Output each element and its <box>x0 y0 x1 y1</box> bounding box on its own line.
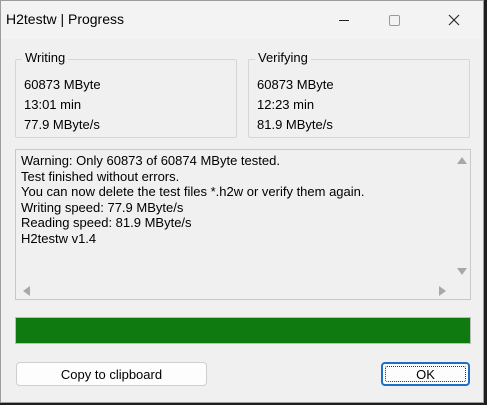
copy-to-clipboard-button[interactable]: Copy to clipboard <box>16 362 207 386</box>
writing-group-label: Writing <box>22 50 69 65</box>
minimize-icon <box>339 19 349 21</box>
progress-dialog: H2testw | Progress Writing 60873 MByte 1… <box>0 0 484 403</box>
minimize-button[interactable] <box>321 1 367 39</box>
scroll-right-arrow-icon[interactable] <box>439 286 446 296</box>
scroll-up-arrow-icon[interactable] <box>457 157 467 164</box>
close-button[interactable] <box>431 1 477 39</box>
verifying-group: Verifying 60873 MByte 12:23 min 81.9 MBy… <box>248 50 470 138</box>
close-icon <box>448 14 460 26</box>
horizontal-scrollbar[interactable] <box>16 282 453 299</box>
verifying-speed: 81.9 MByte/s <box>257 117 333 132</box>
writing-time: 13:01 min <box>24 97 82 112</box>
progress-bar <box>15 317 471 344</box>
log-line: Test finished without errors. <box>21 168 180 184</box>
verifying-size: 60873 MByte <box>257 77 334 92</box>
writing-speed: 77.9 MByte/s <box>24 117 100 132</box>
focus-rectangle <box>385 366 466 382</box>
maximize-icon <box>388 14 400 26</box>
writing-group: Writing 60873 MByte 13:01 min 77.9 MByte… <box>15 50 237 138</box>
progress-bar-fill <box>16 318 470 343</box>
vertical-scrollbar[interactable] <box>453 150 470 282</box>
scroll-down-arrow-icon[interactable] <box>457 268 467 275</box>
log-line: Writing speed: 77.9 MByte/s <box>21 199 184 215</box>
verifying-group-label: Verifying <box>255 50 311 65</box>
writing-size: 60873 MByte <box>24 77 101 92</box>
result-log-textbox[interactable]: Warning: Only 60873 of 60874 MByte teste… <box>15 149 471 300</box>
log-line: Reading speed: 81.9 MByte/s <box>21 215 192 231</box>
title-bar[interactable]: H2testw | Progress <box>1 1 483 39</box>
result-log: Warning: Only 60873 of 60874 MByte teste… <box>21 153 446 247</box>
scroll-left-arrow-icon[interactable] <box>23 286 30 296</box>
log-line: Warning: Only 60873 of 60874 MByte teste… <box>21 153 280 168</box>
window-title: H2testw | Progress <box>6 11 125 27</box>
log-line: H2testw v1.4 <box>21 230 97 246</box>
log-line: You can now delete the test files *.h2w … <box>21 184 365 200</box>
maximize-button[interactable] <box>371 1 417 39</box>
verifying-time: 12:23 min <box>257 97 315 112</box>
ok-button[interactable]: OK <box>381 362 470 386</box>
